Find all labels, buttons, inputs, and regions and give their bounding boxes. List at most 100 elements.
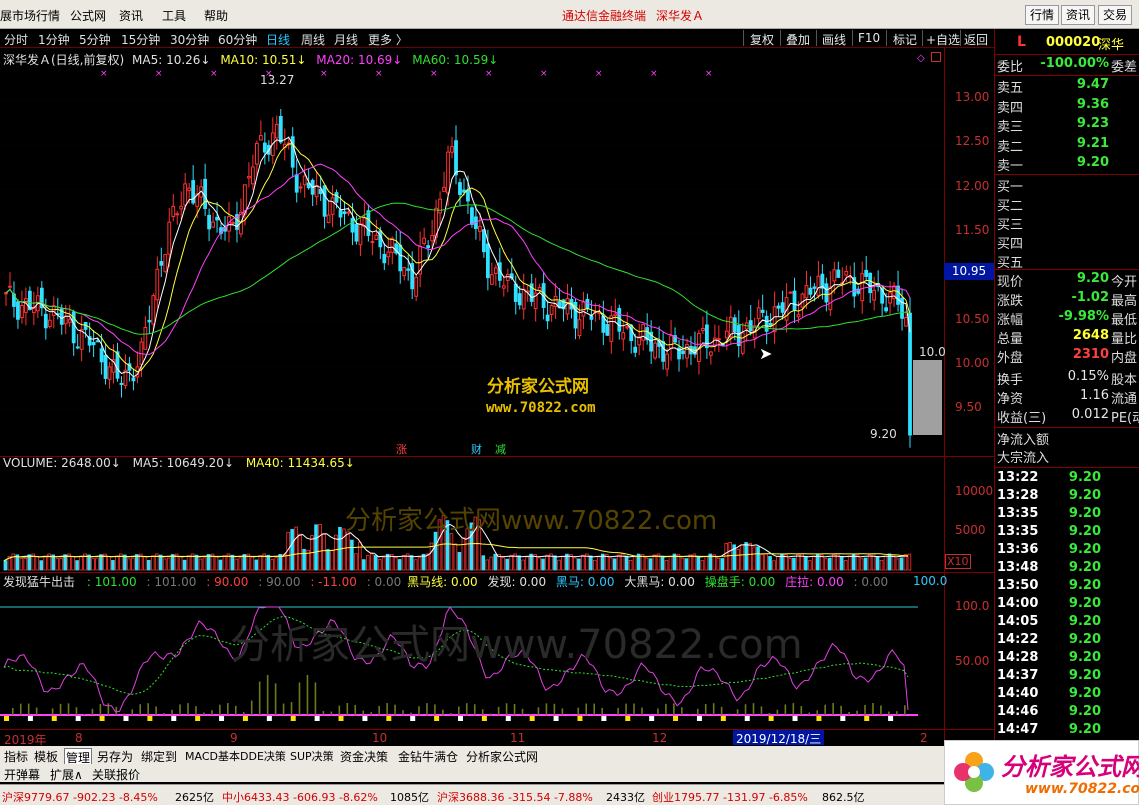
indicator-bar (11, 708, 14, 715)
buy-level-row[interactable]: 买五 (997, 252, 1139, 271)
volume-bar (222, 555, 227, 571)
volume-bar (820, 554, 824, 571)
event-rise-label[interactable]: 涨 (396, 441, 407, 457)
quotes-button[interactable]: 行情 (1025, 5, 1060, 25)
volume-bar (326, 549, 330, 571)
candle-body (669, 335, 673, 349)
indicator-bar (354, 704, 357, 715)
price-range-bar (913, 360, 942, 435)
indicator-bar (752, 703, 755, 715)
volume-bar (875, 556, 880, 571)
sell-level-row[interactable]: 卖一 9.20 (997, 155, 1139, 174)
related-quotes-button[interactable]: 关联报价 (92, 766, 140, 783)
quote-stat-value: 0.15% (1067, 369, 1109, 384)
price-tick: 12.50 (955, 134, 990, 149)
volume-bar (298, 533, 302, 571)
volume-bar (366, 555, 370, 571)
buy-level-row[interactable]: 买一 (997, 176, 1139, 195)
volume-bar (290, 529, 294, 571)
volume-bar (150, 555, 155, 571)
tab-diamond[interactable]: 金钻牛满仓 (398, 748, 458, 765)
event-finance-label[interactable]: 财 (471, 441, 482, 457)
pane-maximize-icon[interactable] (931, 52, 941, 62)
buy-level-row[interactable]: 买四 (997, 233, 1139, 252)
trade-button[interactable]: 交易 (1098, 5, 1133, 25)
price-pane-title: 深华发Ａ(日线,前复权) MA5: 10.26↓ MA10: 10.51↓ MA… (3, 51, 498, 68)
date-axis: 2019年 8 9 10 11 12 2019/12/18/三 2 (0, 730, 944, 747)
status-sme-index[interactable]: 中小6433.43 -606.93 -8.62% (222, 789, 378, 805)
tab-fxj-formula[interactable]: 分析家公式网 (466, 748, 538, 765)
indicator-bar (234, 705, 237, 715)
panel-divider (995, 467, 1139, 468)
quote-stat-tail: 量比 (1111, 332, 1138, 347)
signal-marker: × (210, 69, 218, 79)
tab-macd[interactable]: MACD基本 (185, 748, 240, 764)
tab-template[interactable]: 模板 (34, 748, 58, 765)
tab-sup[interactable]: SUP决策 (290, 748, 334, 764)
quote-stat-tail: 内盘 (1111, 351, 1138, 366)
volume-bar (453, 543, 458, 571)
cursor-date: 2019/12/18/三 (733, 730, 825, 746)
indicator-bar (720, 706, 723, 715)
volume-bar (831, 554, 836, 571)
indicator-signal-dot (99, 716, 105, 721)
volume-bar (859, 558, 864, 571)
date-label: 11 (510, 731, 526, 745)
volume-bar (827, 557, 832, 571)
tab-bind-to[interactable]: 绑定到 (141, 748, 177, 765)
indicator-signal-dot (410, 716, 416, 721)
indicator-da-heima: 大黑马: 0.00 (624, 575, 695, 589)
indicator-bar (585, 703, 588, 715)
candle-body (386, 251, 391, 258)
volume-bar (127, 558, 131, 571)
volume-bar (612, 558, 617, 571)
quote-stat-row: 总量 2648 量比 (997, 328, 1139, 347)
event-reduce-label[interactable]: 减 (495, 441, 506, 457)
volume-bar (178, 556, 183, 571)
sell-level-row[interactable]: 卖五 9.47 (997, 77, 1139, 96)
status-gem-index[interactable]: 创业1795.77 -131.97 -6.85% (652, 789, 808, 805)
candle-body (772, 306, 777, 333)
volume-bar (855, 554, 860, 571)
indicator-bar (896, 711, 898, 715)
candle-body (63, 315, 68, 325)
sell-level-row[interactable]: 卖二 9.21 (997, 136, 1139, 155)
sell-level-row[interactable]: 卖四 9.36 (997, 97, 1139, 116)
tab-fund[interactable]: 资金决策 (340, 748, 388, 765)
candle-body (167, 221, 172, 255)
sell-level-row[interactable]: 卖三 9.23 (997, 116, 1139, 135)
indicator-v1: : 101.00 (86, 575, 137, 589)
candle-body (422, 237, 427, 245)
tab-dde[interactable]: DDE决策 (240, 748, 286, 764)
volume-bar (517, 555, 521, 571)
volume-bar (644, 557, 649, 571)
tab-save-as[interactable]: 另存为 (97, 748, 133, 765)
indicator-signal-dot (147, 716, 153, 721)
indicator-bar (497, 706, 500, 715)
buy-level-row[interactable]: 买三 (997, 214, 1139, 233)
indicator-bar (832, 703, 834, 715)
buy-level-row[interactable]: 买二 (997, 195, 1139, 214)
candle-body (589, 315, 594, 320)
volume-pane-title: VOLUME: 2648.00↓ MA5: 10649.20↓ MA40: 11… (3, 456, 355, 470)
status-sh-index[interactable]: 沪深9779.67 -902.23 -8.45% (2, 789, 158, 805)
indicator-bar (633, 703, 635, 715)
trade-tick-row: 13:48 9.20 (997, 560, 1139, 578)
indicator-bar (187, 703, 189, 715)
candle-body (179, 205, 184, 210)
quote-stat-tail: PE(动 (1111, 411, 1139, 426)
indicator-v3: : 90.00 (206, 575, 249, 589)
volume-bar (485, 559, 490, 571)
tab-indicator[interactable]: 指标 (4, 748, 28, 765)
indicator-bar (386, 703, 388, 715)
volume-bar (684, 558, 689, 571)
volume-bar (461, 537, 466, 571)
indicator-bar (553, 703, 556, 715)
indicator-bar (824, 704, 826, 715)
news-button[interactable]: 资讯 (1061, 5, 1096, 25)
candle-body (458, 182, 462, 196)
volume-bar (373, 555, 378, 571)
status-hs-index[interactable]: 沪深3688.36 -315.54 -7.88% (437, 789, 593, 805)
expand-button[interactable]: 扩展∧ (50, 766, 83, 783)
danmaku-button[interactable]: 开弹幕 (4, 766, 40, 783)
